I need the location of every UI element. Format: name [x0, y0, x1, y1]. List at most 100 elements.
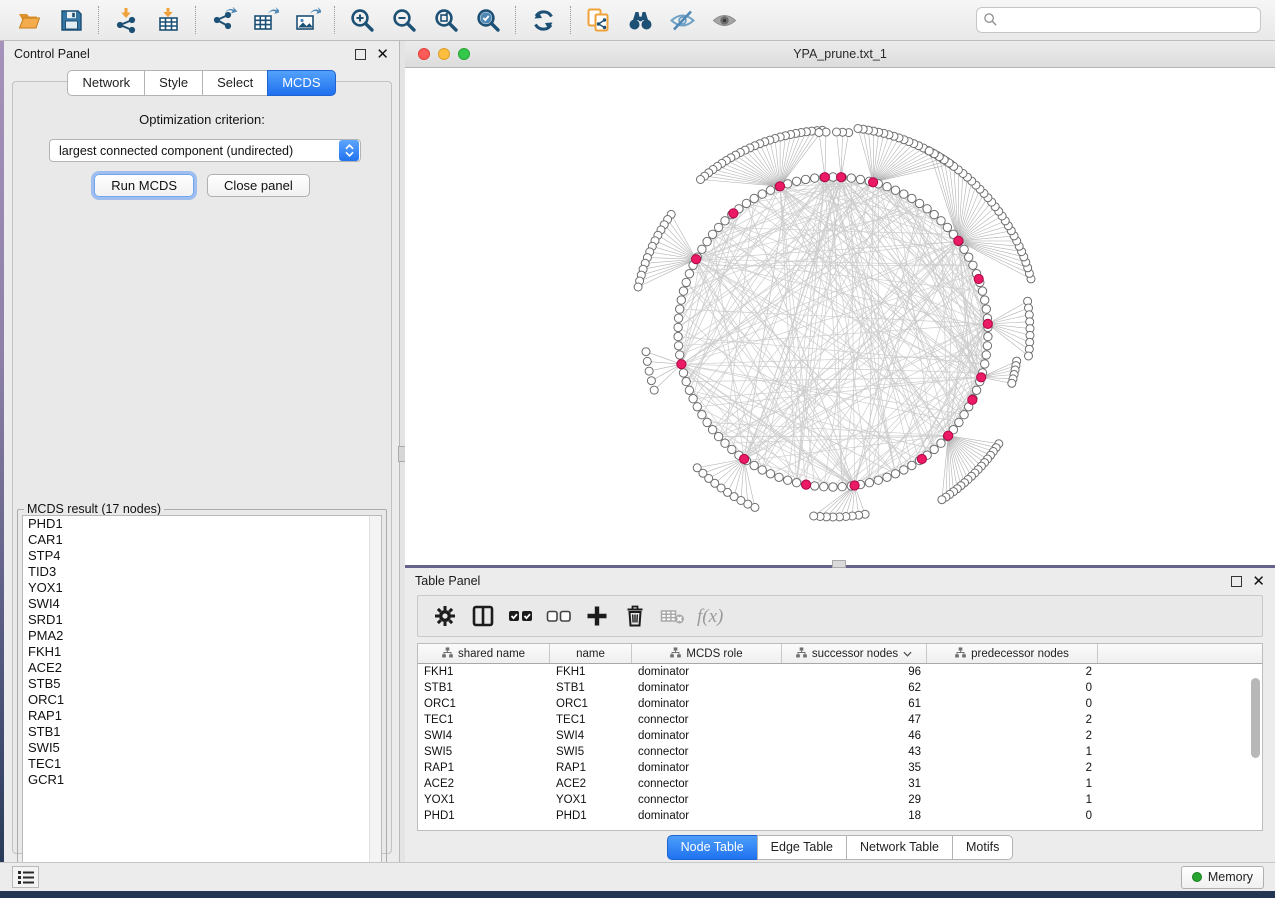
table-row[interactable]: YOX1YOX1connector291	[418, 792, 1262, 808]
mcds-result-item[interactable]: STB1	[23, 724, 381, 740]
export-image-icon[interactable]	[286, 3, 328, 37]
table-scrollbar[interactable]	[1250, 666, 1261, 830]
mcds-result-item[interactable]: TEC1	[23, 756, 381, 772]
cell-successor-nodes: 96	[782, 666, 927, 678]
network-canvas[interactable]	[405, 68, 1275, 558]
tab-motifs[interactable]: Motifs	[952, 835, 1013, 860]
hide-selected-icon[interactable]	[661, 3, 703, 37]
column-header-name[interactable]: name	[550, 644, 632, 663]
cell-shared-name: ACE2	[418, 778, 550, 790]
memory-label: Memory	[1208, 870, 1253, 884]
cell-MCDS-role: dominator	[632, 666, 782, 678]
column-header-filler	[1098, 644, 1262, 663]
import-network-icon[interactable]	[105, 3, 147, 37]
mcds-result-item[interactable]: YOX1	[23, 580, 381, 596]
cell-MCDS-role: dominator	[632, 810, 782, 822]
cell-MCDS-role: connector	[632, 778, 782, 790]
column-header-shared-name[interactable]: shared name	[418, 644, 550, 663]
unselect-all-icon[interactable]	[542, 599, 576, 633]
export-table-icon[interactable]	[244, 3, 286, 37]
zoom-fit-icon[interactable]	[425, 3, 467, 37]
optimization-criterion-label: Optimization criterion:	[13, 112, 391, 127]
mcds-result-item[interactable]: TID3	[23, 564, 381, 580]
show-all-icon[interactable]	[703, 3, 745, 37]
table-row[interactable]: SWI4SWI4dominator462	[418, 728, 1262, 744]
tab-style[interactable]: Style	[144, 70, 202, 96]
close-panel-button[interactable]: Close panel	[207, 174, 310, 197]
table-scrollbar-thumb[interactable]	[1251, 678, 1260, 758]
mcds-result-item[interactable]: STP4	[23, 548, 381, 564]
tab-select[interactable]: Select	[202, 70, 267, 96]
mcds-result-item[interactable]: SWI4	[23, 596, 381, 612]
share-document-icon[interactable]	[577, 3, 619, 37]
tab-node-table[interactable]: Node Table	[667, 835, 757, 860]
float-panel-icon[interactable]	[355, 49, 366, 60]
run-mcds-button[interactable]: Run MCDS	[94, 174, 194, 197]
cell-shared-name: PHD1	[418, 810, 550, 822]
mcds-result-list[interactable]: PHD1CAR1STP4TID3YOX1SWI4SRD1PMA2FKH1ACE2…	[22, 515, 382, 865]
open-file-icon[interactable]	[8, 3, 50, 37]
export-network-icon[interactable]	[202, 3, 244, 37]
zoom-selected-icon[interactable]	[467, 3, 509, 37]
status-bar: Memory	[0, 862, 1275, 891]
mcds-tab-content: Optimization criterion: largest connecte…	[12, 81, 392, 854]
tab-mcds[interactable]: MCDS	[267, 70, 335, 96]
mcds-list-scrollbar[interactable]	[369, 516, 381, 864]
table-row[interactable]: STB1STB1dominator620	[418, 680, 1262, 696]
save-session-icon[interactable]	[50, 3, 92, 37]
close-panel-icon[interactable]: ✕	[376, 49, 389, 60]
import-table-icon[interactable]	[147, 3, 189, 37]
add-icon[interactable]	[580, 599, 614, 633]
dropdown-selected-value: largest connected component (undirected)	[50, 144, 339, 158]
column-header-successor-nodes[interactable]: successor nodes	[782, 644, 927, 663]
refresh-icon[interactable]	[522, 3, 564, 37]
control-panel-tabs: NetworkStyleSelectMCDS	[4, 70, 399, 96]
cell-name: STB1	[550, 682, 632, 694]
tab-network[interactable]: Network	[67, 70, 144, 96]
column-header-MCDS-role[interactable]: MCDS role	[632, 644, 782, 663]
table-row[interactable]: RAP1RAP1dominator352	[418, 760, 1262, 776]
mcds-result-item[interactable]: ORC1	[23, 692, 381, 708]
table-row[interactable]: TEC1TEC1connector472	[418, 712, 1262, 728]
optimization-criterion-dropdown[interactable]: largest connected component (undirected)	[49, 139, 361, 162]
search-field-wrap	[976, 7, 1261, 33]
float-table-panel-icon[interactable]	[1231, 576, 1242, 587]
table-row[interactable]: ACE2ACE2connector311	[418, 776, 1262, 792]
cell-name: YOX1	[550, 794, 632, 806]
mcds-result-item[interactable]: SRD1	[23, 612, 381, 628]
tab-edge-table[interactable]: Edge Table	[757, 835, 846, 860]
table-row[interactable]: PHD1PHD1dominator180	[418, 808, 1262, 824]
mcds-result-item[interactable]: CAR1	[23, 532, 381, 548]
mcds-result-item[interactable]: RAP1	[23, 708, 381, 724]
task-history-button[interactable]	[12, 866, 39, 888]
mcds-result-item[interactable]: FKH1	[23, 644, 381, 660]
mcds-result-item[interactable]: STB5	[23, 676, 381, 692]
table-row[interactable]: ORC1ORC1dominator610	[418, 696, 1262, 712]
mcds-result-item[interactable]: SWI5	[23, 740, 381, 756]
memory-button[interactable]: Memory	[1181, 866, 1264, 889]
shared-column-icon	[955, 647, 966, 661]
toolbar-separator	[334, 6, 335, 34]
binoculars-icon[interactable]	[619, 3, 661, 37]
mcds-result-item[interactable]: GCR1	[23, 772, 381, 788]
column-label: MCDS role	[686, 648, 742, 660]
table-panel-title: Table Panel	[415, 574, 480, 588]
search-input[interactable]	[976, 7, 1261, 33]
close-table-panel-icon[interactable]: ✕	[1252, 576, 1265, 587]
zoom-out-icon[interactable]	[383, 3, 425, 37]
column-header-predecessor-nodes[interactable]: predecessor nodes	[927, 644, 1098, 663]
mcds-result-item[interactable]: PHD1	[23, 516, 381, 532]
horizontal-splitter-grip[interactable]	[832, 560, 846, 568]
table-row[interactable]: FKH1FKH1dominator962	[418, 664, 1262, 680]
tab-network-table[interactable]: Network Table	[846, 835, 952, 860]
dropdown-stepper-icon	[339, 140, 359, 161]
select-all-icon[interactable]	[504, 599, 538, 633]
mcds-result-item[interactable]: PMA2	[23, 628, 381, 644]
columns-icon[interactable]	[466, 599, 500, 633]
delete-icon[interactable]	[618, 599, 652, 633]
mcds-result-item[interactable]: ACE2	[23, 660, 381, 676]
application-window: Control Panel ✕ NetworkStyleSelectMCDS O…	[0, 0, 1275, 898]
zoom-in-icon[interactable]	[341, 3, 383, 37]
gear-icon[interactable]	[428, 599, 462, 633]
table-row[interactable]: SWI5SWI5connector431	[418, 744, 1262, 760]
